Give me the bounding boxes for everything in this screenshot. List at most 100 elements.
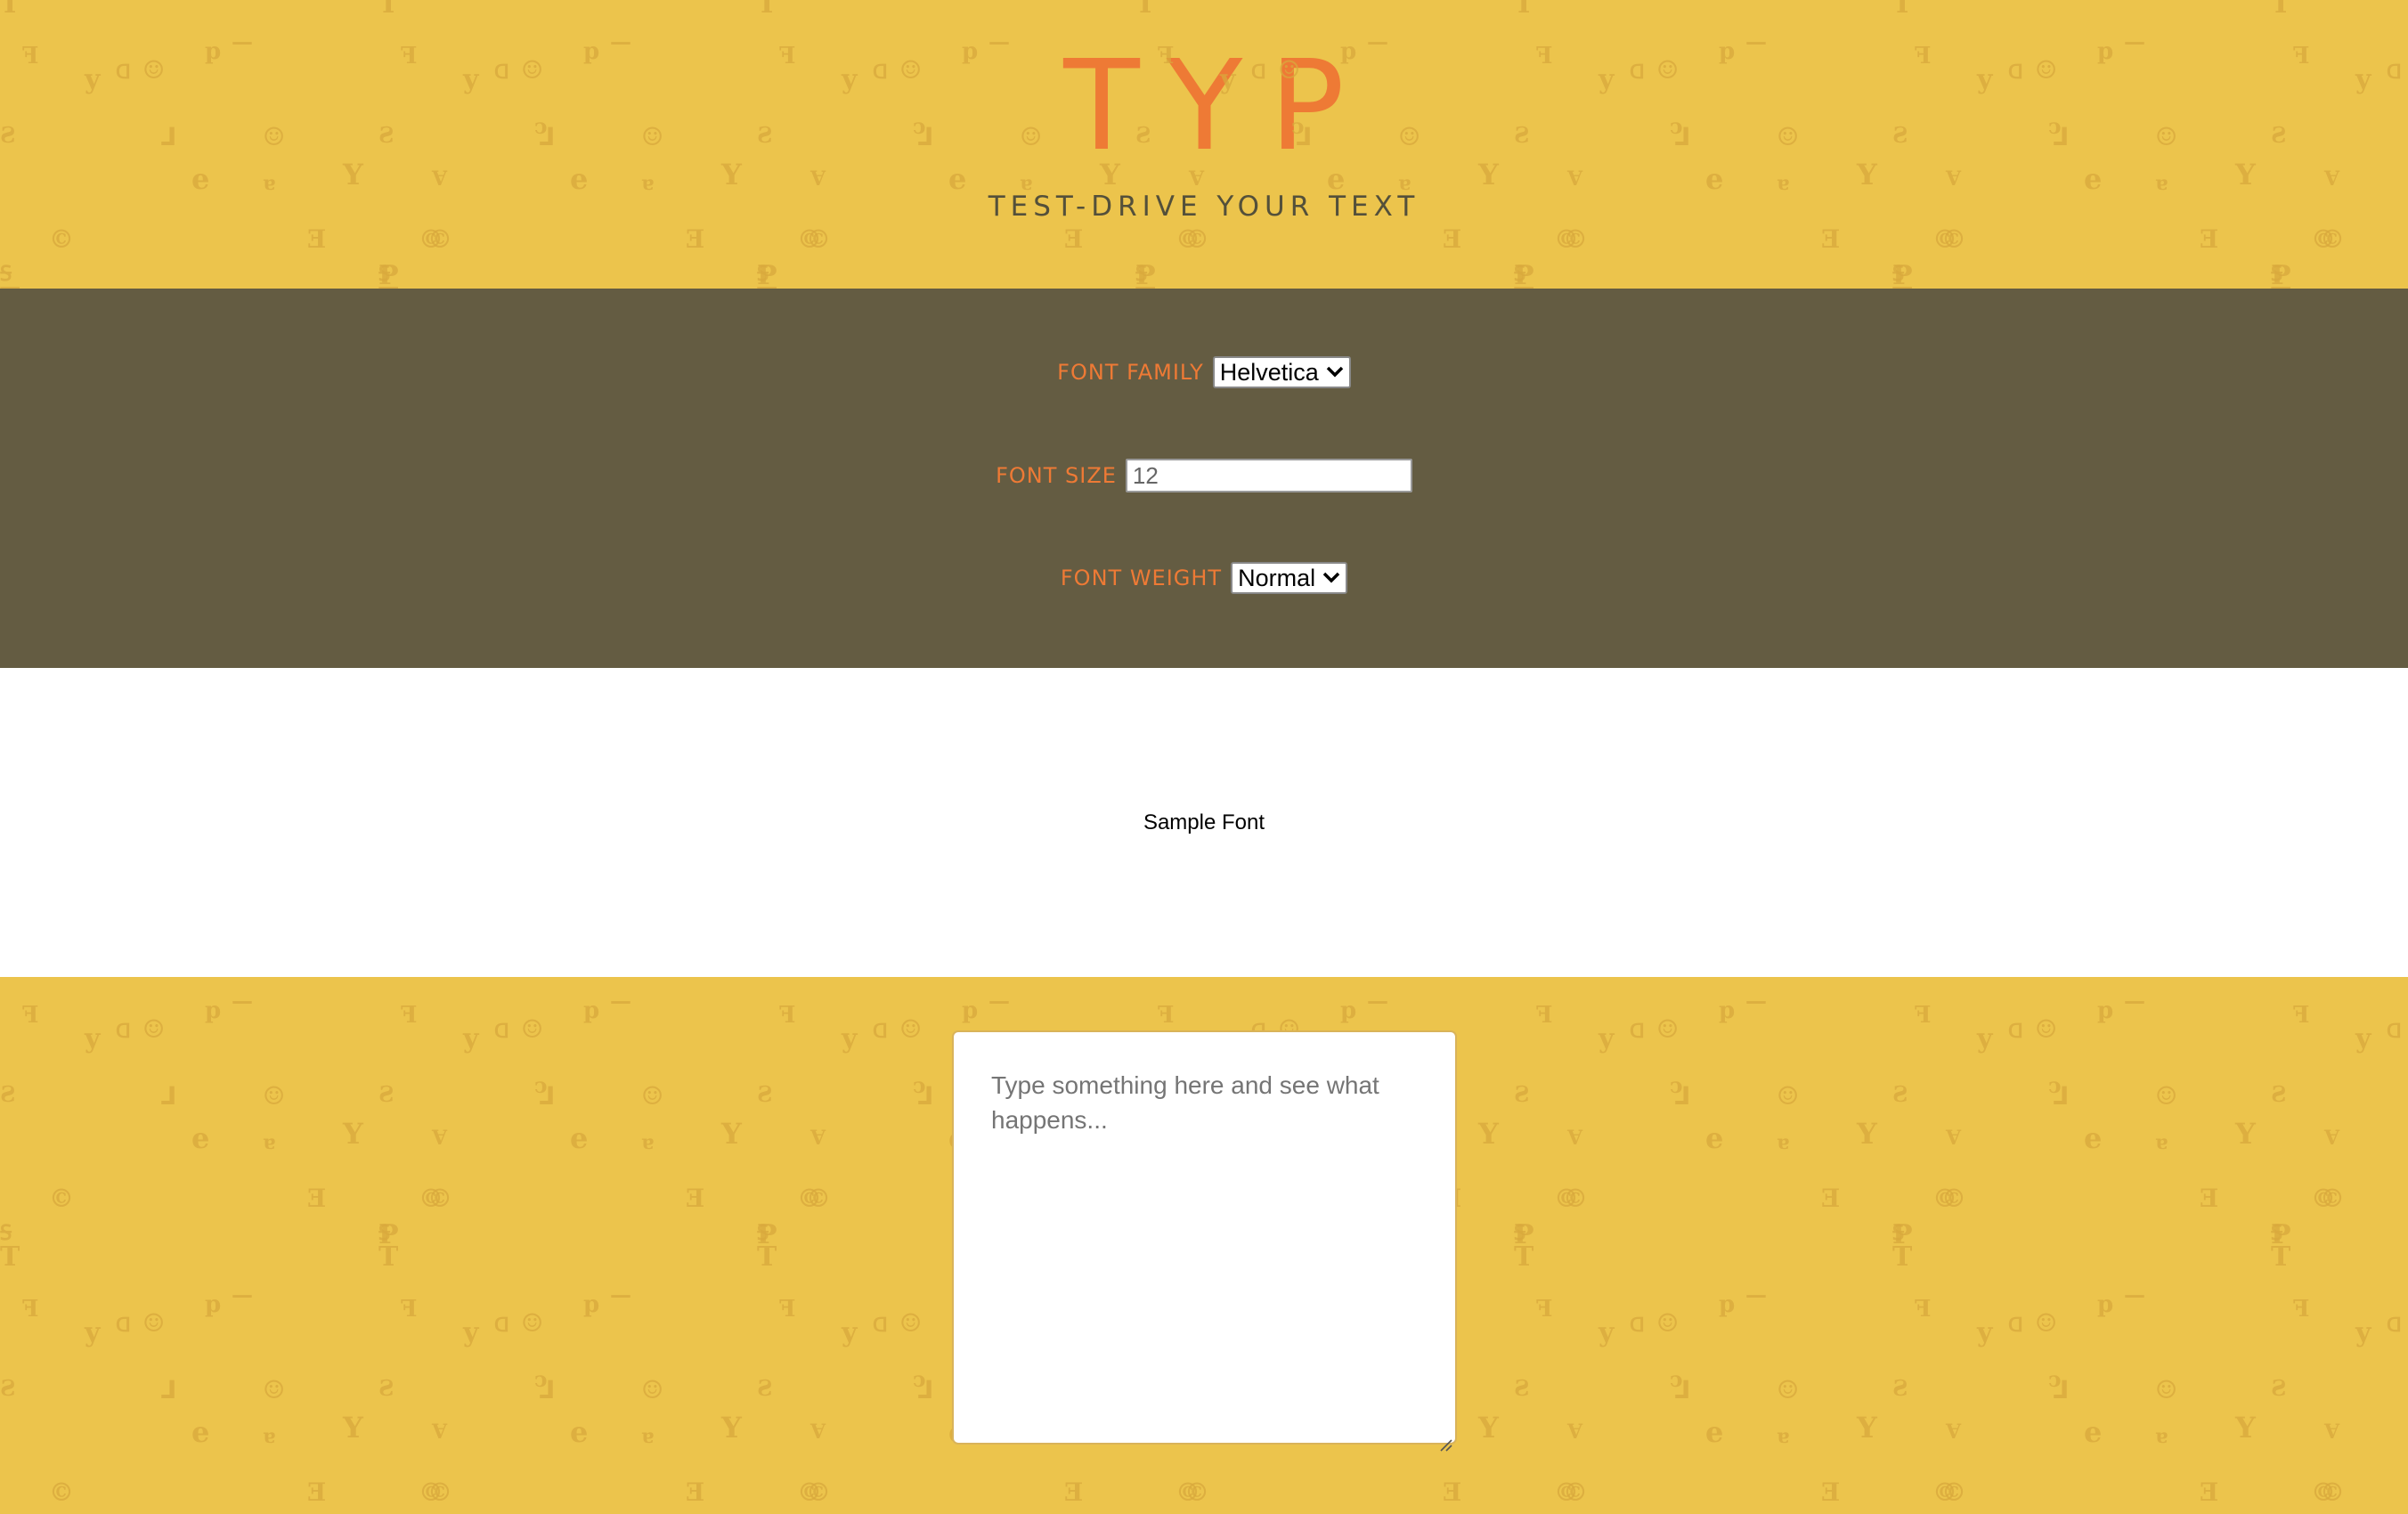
pattern-glyph: ꟻ: [2293, 1002, 2310, 1029]
pattern-glyph: p: [2097, 997, 2114, 1024]
pattern-glyph: Ǝ: [1821, 1184, 1841, 1213]
pattern-glyph: ☺: [641, 1081, 664, 1111]
pattern-glyph: ɐ: [1777, 1131, 1790, 1154]
pattern-glyph: y: [2355, 64, 2371, 95]
pattern-glyph: —: [610, 1282, 631, 1307]
pattern-glyph: e: [1705, 162, 1724, 196]
pattern-glyph: ☺: [1777, 1375, 1800, 1404]
pattern-glyph: p: [583, 38, 600, 65]
font-size-row: FONT SIZE 12: [0, 459, 2408, 492]
pattern-glyph: y: [1220, 64, 1236, 95]
pattern-glyph: T: [1514, 0, 1534, 20]
pattern-glyph: Ǝ: [307, 1477, 327, 1507]
pattern-glyph: ©: [49, 1184, 74, 1213]
font-size-label: FONT SIZE: [996, 463, 1117, 488]
pattern-glyph: Ƨ: [1514, 1375, 1530, 1401]
pattern-glyph: ɐ: [2155, 1425, 2168, 1448]
pattern-glyph: T: [757, 0, 777, 20]
pattern-glyph: ɐ: [641, 1131, 655, 1154]
pattern-glyph: ☺: [2035, 55, 2058, 85]
pattern-glyph: —: [610, 28, 631, 54]
pattern-glyph: Ǝ: [1821, 1477, 1841, 1507]
pattern-glyph: Ǝ: [1064, 1477, 1084, 1507]
pattern-glyph: ꟻ: [1915, 43, 1932, 69]
pattern-glyph: ☺: [142, 1308, 166, 1338]
pattern-glyph: ᗡ: [116, 61, 131, 84]
pattern-glyph: Ɐ: [1189, 167, 1205, 191]
pattern-glyph: ꟻ: [779, 43, 796, 69]
pattern-glyph: ɐ: [2155, 172, 2168, 195]
pattern-glyph: —: [1367, 988, 1388, 1013]
pattern-glyph: ☺: [641, 1375, 664, 1404]
font-size-input[interactable]: 12: [1125, 459, 1412, 492]
pattern-glyph: ꟻ: [401, 1296, 418, 1323]
pattern-glyph: Y: [1857, 1117, 1877, 1151]
pattern-glyph: Ꟊ: [378, 260, 391, 286]
pattern-glyph: —: [1745, 28, 1767, 54]
pattern-glyph: Y: [721, 1411, 742, 1445]
pattern-glyph: Ꟊ: [757, 1219, 769, 1245]
pattern-glyph: ☺: [142, 1014, 166, 1044]
chevron-down-icon: [1322, 568, 1340, 589]
pattern-glyph: Ꟊ: [2271, 1219, 2283, 1245]
pattern-glyph: —: [2124, 28, 2145, 54]
pattern-glyph: e: [2084, 1121, 2103, 1155]
pattern-glyph: ©: [1563, 1184, 1588, 1213]
pattern-glyph: ɐ: [641, 1425, 655, 1448]
pattern-glyph: Ƨ: [757, 1081, 773, 1107]
pattern-glyph: Ƨ: [1514, 1081, 1530, 1107]
pattern-glyph: ©: [2320, 1477, 2345, 1507]
pattern-glyph: Y: [2235, 1117, 2256, 1151]
pattern-glyph: ᗡ: [2387, 1020, 2402, 1043]
pattern-glyph: ⅃: [160, 1081, 176, 1111]
pattern-glyph: y: [1599, 1317, 1615, 1348]
pattern-glyph: Ƨ: [1892, 1081, 1908, 1107]
pattern-glyph: T: [1892, 0, 1913, 20]
pattern-glyph: ᗡ: [2008, 1020, 2023, 1043]
pattern-glyph: y: [463, 1317, 479, 1348]
pattern-glyph: ꟻ: [401, 43, 418, 69]
pattern-glyph: ⅃: [2053, 122, 2069, 151]
text-input-area[interactable]: Type something here and see what happens…: [952, 1030, 1457, 1452]
pattern-glyph: p: [1340, 997, 1357, 1024]
pattern-glyph: Ǝ: [1443, 1477, 1462, 1507]
pattern-glyph: ☺: [263, 122, 286, 151]
pattern-glyph: e: [570, 1415, 589, 1449]
pattern-glyph: ᗡ: [1630, 1314, 1645, 1337]
pattern-glyph: y: [1599, 64, 1615, 95]
pattern-glyph: Y: [1857, 1411, 1877, 1445]
resize-handle-icon[interactable]: [1438, 1426, 1452, 1452]
pattern-glyph: p: [1719, 997, 1736, 1024]
font-weight-label: FONT WEIGHT: [1060, 566, 1223, 590]
pattern-glyph: Ǝ: [1443, 224, 1462, 254]
pattern-glyph: —: [232, 1282, 253, 1307]
pattern-glyph: y: [842, 1317, 858, 1348]
pattern-glyph: p: [205, 997, 222, 1024]
pattern-glyph: Ɐ: [810, 1420, 826, 1444]
pattern-glyph: Ɐ: [810, 1127, 826, 1150]
pattern-glyph: ☺: [899, 1014, 923, 1044]
pattern-glyph: Ꟊ: [1514, 1219, 1526, 1245]
pattern-glyph: Ꟊ: [1892, 260, 1905, 286]
pattern-glyph: ꟻ: [779, 1002, 796, 1029]
font-family-select[interactable]: Helvetica: [1212, 356, 1351, 388]
pattern-glyph: T: [2271, 0, 2291, 20]
pattern-glyph: p: [962, 38, 979, 65]
pattern-glyph: ɐ: [1777, 172, 1790, 195]
pattern-glyph: Ǝ: [307, 224, 327, 254]
pattern-glyph: ©: [49, 224, 74, 254]
pattern-glyph: ɐ: [1777, 1425, 1790, 1448]
pattern-glyph: Ƨ: [2271, 1375, 2287, 1401]
pattern-glyph: ɐ: [263, 1425, 276, 1448]
pattern-glyph: ⅃: [1674, 122, 1690, 151]
pattern-glyph: ©: [806, 224, 831, 254]
pattern-glyph: ꟻ: [1915, 1002, 1932, 1029]
pattern-glyph: Ꟊ: [757, 260, 769, 286]
pattern-glyph: T: [0, 0, 20, 20]
pattern-glyph: e: [2084, 1415, 2103, 1449]
pattern-glyph: e: [191, 162, 210, 196]
font-weight-select[interactable]: Normal: [1231, 562, 1348, 594]
pattern-glyph: ɐ: [263, 1131, 276, 1154]
pattern-glyph: ©: [1563, 224, 1588, 254]
pattern-glyph: ⅃: [1674, 1375, 1690, 1404]
